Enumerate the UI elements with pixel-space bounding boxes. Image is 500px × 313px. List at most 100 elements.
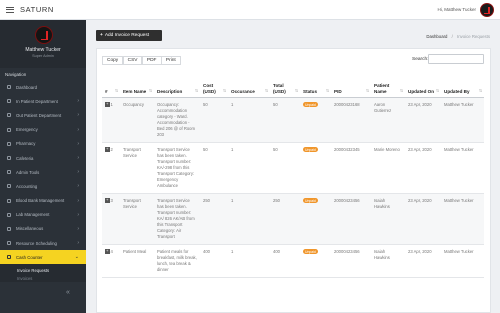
expand-row-icon[interactable]: + [105,147,110,152]
search-input[interactable] [428,54,484,64]
item-name-cell: Transport Service [120,193,154,245]
chevron-right-icon: › [77,183,79,190]
sidebar-item-miscellaneous[interactable]: Miscellaneous › [0,222,86,236]
table-row[interactable]: +4 Patient Meal Patient meals for breakf… [102,244,484,278]
chevron-right-icon: › [77,155,79,162]
column-header[interactable]: Patient Name ⇅ [371,71,405,98]
updated-on-cell: 23 Apr, 2020 [405,97,441,143]
sort-icon: ⇅ [148,88,152,93]
total-cell: 50 [270,142,300,194]
pid-cell: 20000432345 [331,142,371,194]
sidebar-item-resource-scheduling[interactable]: Resource Scheduling › [0,236,86,250]
column-header[interactable]: Description ⇅ [154,71,200,98]
sidebar-subitem-invoices[interactable]: Invoices [0,274,86,282]
user-greeting[interactable]: Hi, Matthew Tucker [437,7,476,12]
total-cell: 400 [270,244,300,278]
chevron-right-icon: › [77,225,79,232]
description-cell: Transport Service has been taken. Transp… [154,142,200,194]
sidebar-item-lab[interactable]: Lab Management › [0,208,86,222]
patient-name-cell: Marie Moreno [371,142,405,194]
sidebar-item-label: Accounting [16,183,38,189]
row-number-cell: +4 [102,244,120,278]
table-row[interactable]: +1 Occupancy Occupancy: Accommodation ca… [102,97,484,143]
collapse-sidebar-icon[interactable]: « [66,289,70,296]
sidebar-item-admin-tools[interactable]: Admin Tools › [0,165,86,179]
sidebar-item-blood-bank[interactable]: Blood Bank Management › [0,194,86,208]
chevron-right-icon: › [77,140,79,147]
expand-row-icon[interactable]: + [105,249,110,254]
total-cell: 250 [270,193,300,245]
page-header: + Add Invoice Request Dashboard / Invoic… [86,20,500,48]
description-cell: Patient meals for breakfast, milk break,… [154,244,200,278]
sidebar-item-label: Miscellaneous [16,226,44,232]
column-header[interactable]: Cost (USD) ⇅ [200,71,228,98]
sidebar-item-dashboard[interactable]: Dashboard [0,80,86,94]
sort-icon: ⇅ [435,88,439,93]
status-badge: Unpaid [303,146,318,153]
occurance-cell: 1 [228,142,270,194]
column-header[interactable]: Status ⇅ [300,71,331,98]
chevron-down-icon: ⌄ [74,254,79,261]
sidebar-item-emergency[interactable]: Emergency › [0,123,86,137]
sidebar-item-in-patient[interactable]: In Patient Department › [0,94,86,108]
hamburger-menu-icon[interactable] [6,6,14,13]
sidebar-item-out-patient[interactable]: Out Patient Department › [0,108,86,122]
column-header[interactable]: Updated By ⇅ [441,71,484,98]
sort-icon: ⇅ [222,88,226,93]
total-cell: 50 [270,97,300,143]
column-header[interactable]: # ⇅ [102,71,120,98]
avatar[interactable] [480,3,494,17]
cost-cell: 400 [200,244,228,278]
calendar-icon [7,241,11,246]
updated-on-cell: 23 Apr, 2020 [405,193,441,245]
add-invoice-request-button[interactable]: + Add Invoice Request [96,30,162,41]
chevron-right-icon: › [77,98,79,105]
chevron-right-icon: › [77,211,79,218]
breadcrumb-separator: / [451,34,453,39]
sidebar-item-label: In Patient Department [16,98,58,104]
table-row[interactable]: +3 Transport Service Transport Service h… [102,193,484,245]
sort-icon: ⇅ [114,88,118,93]
profile-avatar[interactable] [35,26,53,44]
expand-row-icon[interactable]: + [105,102,110,107]
table-row[interactable]: +2 Transport Service Transport Service h… [102,142,484,194]
csv-button[interactable]: CSV [122,56,143,65]
column-header[interactable]: Total (USD) ⇅ [270,71,300,98]
breadcrumb-current: Invoice Requests [457,34,490,39]
expand-row-icon[interactable]: + [105,198,110,203]
column-header[interactable]: Item Name ⇅ [120,71,154,98]
sidebar-subitem-invoice-requests[interactable]: Invoice Requests [0,266,86,274]
sidebar-item-label: Lab Management [16,212,50,218]
sidebar-item-label: Admin Tools [16,169,40,175]
row-number-cell: +3 [102,193,120,245]
updated-by-cell: Matthew Tucker [441,193,484,245]
nav-section-title: Navigation [5,72,27,77]
row-number-cell: +2 [102,142,120,194]
breadcrumb-home[interactable]: Dashboard [426,34,447,39]
patient-name-cell: Isaiah Hawkins [371,193,405,245]
export-buttons: Copy CSV PDF Print [102,56,181,65]
cup-icon [7,156,11,161]
sidebar-item-cafeteria[interactable]: Cafeteria › [0,151,86,165]
invoice-requests-card: Copy CSV PDF Print Search: # ⇅ Item Name ⇅… [96,48,491,313]
sidebar-item-pharmacy[interactable]: Pharmacy › [0,137,86,151]
pdf-button[interactable]: PDF [141,56,162,65]
pid-cell: 20000423456 [331,244,371,278]
app-title: SATURN [20,5,54,14]
flask-icon [7,212,11,217]
description-cell: Occupancy: Accommodation category - Ward… [154,97,200,143]
item-name-cell: Occupancy [120,97,154,143]
updated-by-cell: Matthew Tucker [441,244,484,278]
pid-cell: 20000423168 [331,97,371,143]
dashboard-icon [7,85,11,90]
cost-cell: 50 [200,142,228,194]
breadcrumb: Dashboard / Invoice Requests [426,34,490,39]
column-header[interactable]: Updated On ⇅ [405,71,441,98]
copy-button[interactable]: Copy [102,56,124,65]
column-header[interactable]: Occurance ⇅ [228,71,270,98]
print-button[interactable]: Print [160,56,181,65]
sidebar-item-cash-counter[interactable]: Cash Counter ⌄ [0,250,86,265]
sidebar-item-accounting[interactable]: Accounting › [0,179,86,193]
column-header[interactable]: PID ⇅ [331,71,371,98]
profile-name: Matthew Tucker [25,47,61,53]
